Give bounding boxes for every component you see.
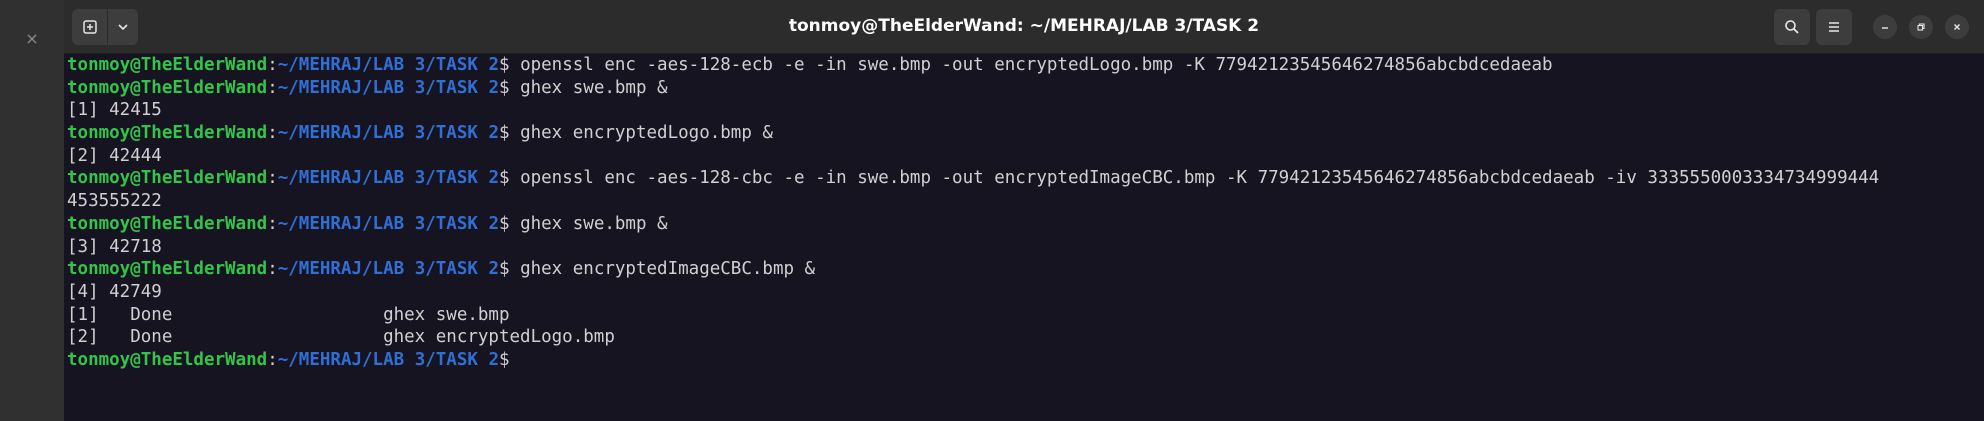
close-icon (1954, 24, 1960, 30)
search-icon (1785, 20, 1799, 34)
output-line: [4] 42749 (67, 281, 162, 302)
prompt-path: ~/MEHRAJ/LAB 3/TASK 2 (277, 259, 499, 280)
command-text: ghex swe.bmp & (520, 213, 668, 234)
prompt-line: tonmoy@TheElderWand:~/MEHRAJ/LAB 3/TASK … (67, 213, 1984, 236)
tab-menu-button[interactable] (108, 9, 138, 45)
prompt-colon: : (267, 168, 278, 189)
hamburger-menu-icon (1829, 22, 1839, 32)
prompt-symbol: $ (499, 77, 521, 98)
new-tab-icon (82, 20, 97, 34)
prompt-user-host: tonmoy@TheElderWand (67, 77, 268, 98)
output-line: [2] 42444 (67, 145, 162, 166)
command-text: ghex swe.bmp & (520, 77, 668, 98)
new-tab-button[interactable] (72, 9, 109, 45)
minimize-button[interactable] (1873, 15, 1897, 39)
prompt-line: tonmoy@TheElderWand:~/MEHRAJ/LAB 3/TASK … (67, 122, 1984, 145)
close-button[interactable] (1945, 15, 1969, 39)
prompt-line: tonmoy@TheElderWand:~/MEHRAJ/LAB 3/TASK … (67, 54, 1984, 77)
prompt-path: ~/MEHRAJ/LAB 3/TASK 2 (277, 168, 499, 189)
maximize-button[interactable] (1909, 15, 1933, 39)
output-line: [1] Done ghex swe.bmp (67, 304, 510, 325)
prompt-colon: : (267, 213, 278, 234)
terminal-output[interactable]: tonmoy@TheElderWand:~/MEHRAJ/LAB 3/TASK … (64, 54, 1984, 421)
output-line: 453555222 (67, 191, 162, 212)
prompt-user-host: tonmoy@TheElderWand (67, 168, 268, 189)
prompt-symbol: $ (499, 123, 521, 144)
prompt-line: tonmoy@TheElderWand:~/MEHRAJ/LAB 3/TASK … (67, 258, 1984, 281)
command-text: ghex encryptedImageCBC.bmp & (520, 259, 816, 280)
output-line: [3] 42718 (67, 236, 162, 257)
command-text: openssl enc -aes-128-cbc -e -in swe.bmp … (520, 168, 1880, 189)
new-tab-button-group (72, 9, 138, 45)
search-button[interactable] (1774, 9, 1810, 45)
prompt-path: ~/MEHRAJ/LAB 3/TASK 2 (277, 123, 499, 144)
prompt-symbol: $ (499, 55, 521, 75)
prompt-colon: : (267, 55, 278, 75)
minimize-icon (1882, 27, 1888, 29)
output-line: [1] 42415 (67, 100, 162, 121)
chevron-down-icon (118, 24, 128, 31)
header-bar: tonmoy@TheElderWand: ~/MEHRAJ/LAB 3/TASK… (64, 0, 1984, 54)
main-menu-button[interactable] (1816, 9, 1852, 45)
prompt-user-host: tonmoy@TheElderWand (67, 123, 268, 144)
prompt-line: tonmoy@TheElderWand:~/MEHRAJ/LAB 3/TASK … (67, 167, 1984, 190)
prompt-path: ~/MEHRAJ/LAB 3/TASK 2 (277, 213, 499, 234)
prompt-line: tonmoy@TheElderWand:~/MEHRAJ/LAB 3/TASK … (67, 77, 1984, 100)
output-line: [2] Done ghex encryptedLogo.bmp (67, 327, 615, 348)
prompt-symbol: $ (499, 168, 521, 189)
prompt-symbol: $ (499, 213, 521, 234)
command-text: ghex encryptedLogo.bmp & (520, 123, 773, 144)
tab-close-icon[interactable]: × (0, 27, 64, 51)
prompt-colon: : (267, 259, 278, 280)
command-text: openssl enc -aes-128-ecb -e -in swe.bmp … (520, 55, 1553, 75)
prompt-path: ~/MEHRAJ/LAB 3/TASK 2 (277, 55, 499, 75)
prompt-symbol: $ (499, 349, 521, 370)
left-side-panel: × (0, 0, 64, 421)
prompt-user-host: tonmoy@TheElderWand (67, 55, 268, 75)
prompt-symbol: $ (499, 259, 521, 280)
prompt-colon: : (267, 123, 278, 144)
restore-icon (1917, 23, 1925, 31)
prompt-colon: : (267, 77, 278, 98)
prompt-colon: : (267, 349, 278, 370)
prompt-user-host: tonmoy@TheElderWand (67, 259, 268, 280)
prompt-user-host: tonmoy@TheElderWand (67, 349, 268, 370)
prompt-line: tonmoy@TheElderWand:~/MEHRAJ/LAB 3/TASK … (67, 349, 1984, 372)
prompt-user-host: tonmoy@TheElderWand (67, 213, 268, 234)
prompt-path: ~/MEHRAJ/LAB 3/TASK 2 (277, 77, 499, 98)
window-title: tonmoy@TheElderWand: ~/MEHRAJ/LAB 3/TASK… (788, 16, 1260, 36)
prompt-path: ~/MEHRAJ/LAB 3/TASK 2 (277, 349, 499, 370)
